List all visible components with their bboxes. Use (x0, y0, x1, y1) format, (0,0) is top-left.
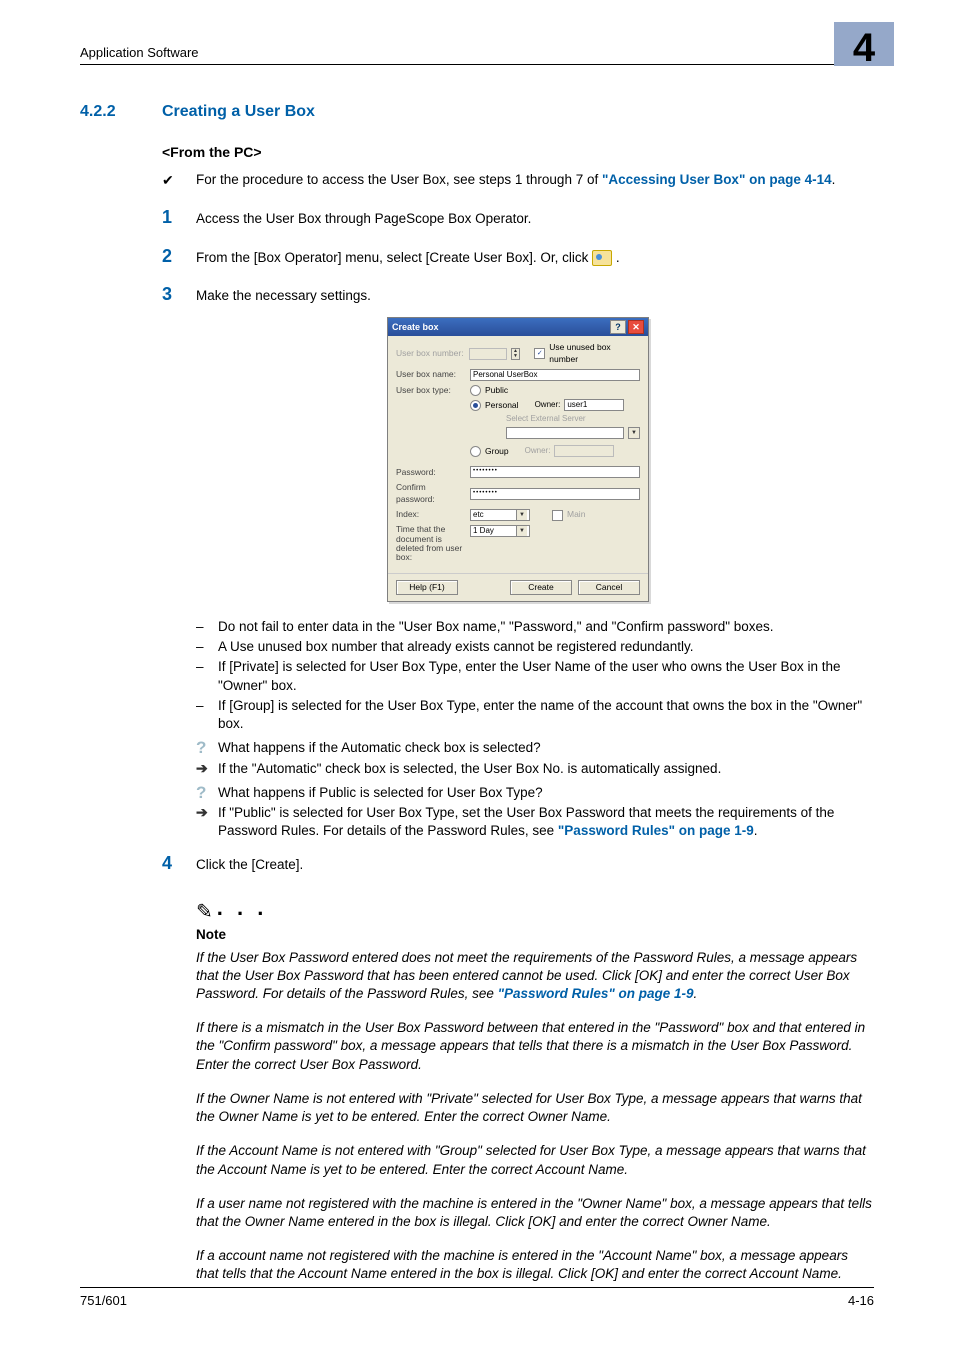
step-text: Click the [Create]. (196, 854, 874, 874)
lbl-owner-dim: Owner: (525, 446, 551, 457)
answer-text: If "Public" is selected for User Box Typ… (218, 804, 874, 840)
lbl-password: Password: (396, 467, 466, 478)
question-text: What happens if the Automatic check box … (218, 739, 874, 757)
create-box-dialog: Create box ? ✕ User box number: ▲▼ ✓ Use… (387, 317, 649, 602)
lbl-box-type: User box type: (396, 385, 466, 396)
dash-icon: – (196, 618, 218, 636)
cancel-button[interactable]: Cancel (578, 580, 640, 595)
link-accessing-user-box[interactable]: "Accessing User Box" on page 4-14 (602, 172, 832, 187)
intro-text-b: . (832, 172, 836, 187)
close-icon[interactable]: ✕ (628, 320, 644, 334)
question-icon: ? (196, 739, 218, 757)
arrow-icon: ➔ (196, 760, 218, 778)
note-paragraph: If the Account Name is not entered with … (196, 1142, 874, 1178)
lbl-group: Group (485, 446, 509, 457)
radio-public[interactable] (470, 385, 481, 396)
note-paragraph: If a user name not registered with the m… (196, 1195, 874, 1231)
intro-text: For the procedure to access the User Box… (196, 171, 874, 190)
bullet-text: If [Private] is selected for User Box Ty… (218, 658, 874, 694)
step-number: 3 (162, 285, 196, 305)
section-title: Creating a User Box (162, 101, 315, 123)
delete-time-select[interactable]: 1 Day▼ (470, 525, 530, 537)
footer-left: 751/601 (80, 1292, 127, 1310)
help-icon[interactable]: ? (610, 320, 626, 334)
step-text: From the [Box Operator] menu, select [Cr… (196, 247, 874, 267)
bullet-text: A Use unused box number that already exi… (218, 638, 874, 656)
step2-text-a: From the [Box Operator] menu, select [Cr… (196, 250, 592, 265)
lbl-use-unused: Use unused box number (549, 342, 640, 365)
create-box-toolbar-icon (592, 250, 612, 266)
note-paragraph: If the User Box Password entered does no… (196, 949, 874, 1004)
lbl-box-name: User box name: (396, 369, 466, 380)
lbl-index: Index: (396, 509, 466, 520)
help-button[interactable]: Help (F1) (396, 580, 458, 595)
answer2-b: . (754, 823, 758, 838)
step-text: Make the necessary settings. (196, 285, 874, 305)
note-paragraph: If the Owner Name is not entered with "P… (196, 1090, 874, 1126)
lbl-confirm-password: Confirm password: (396, 482, 466, 505)
question-text: What happens if Public is selected for U… (218, 784, 874, 802)
chk-main[interactable]: ✓ (552, 510, 563, 521)
question-icon: ? (196, 784, 218, 802)
note-icon: ✎ . . . (196, 893, 874, 923)
confirm-password-input[interactable]: •••••••• (470, 488, 640, 500)
box-name-input[interactable]: Personal UserBox (470, 369, 640, 381)
index-select-value: etc (473, 510, 484, 521)
create-button[interactable]: Create (510, 580, 572, 595)
dialog-titlebar: Create box ? ✕ (388, 318, 648, 336)
lbl-personal: Personal (485, 400, 519, 411)
ext-server-input[interactable] (506, 427, 624, 439)
header-section: Application Software (80, 44, 199, 62)
footer-right: 4-16 (848, 1292, 874, 1310)
dash-icon: – (196, 697, 218, 733)
box-number-input[interactable] (469, 348, 507, 360)
chapter-badge-num: 4 (853, 30, 875, 66)
radio-group[interactable] (470, 446, 481, 457)
owner-input[interactable]: user1 (564, 399, 624, 411)
chk-use-unused[interactable]: ✓ (534, 348, 545, 359)
note-dots: . . . (217, 893, 268, 923)
index-select[interactable]: etc▼ (470, 509, 530, 521)
delete-time-value: 1 Day (473, 526, 494, 537)
step-number: 1 (162, 208, 196, 228)
note-p1-b: . (694, 986, 698, 1001)
note-paragraph: If a account name not registered with th… (196, 1247, 874, 1283)
chapter-badge: 4 (834, 22, 894, 66)
dash-icon: – (196, 638, 218, 656)
radio-personal[interactable] (470, 400, 481, 411)
lbl-ext-server: Select External Server (506, 414, 586, 425)
box-number-stepper[interactable]: ▲▼ (511, 348, 521, 360)
link-password-rules-note[interactable]: "Password Rules" on page 1-9 (498, 986, 694, 1001)
dialog-title-text: Create box (392, 321, 439, 333)
checkmark-icon: ✔ (162, 171, 196, 190)
lbl-owner: Owner: (535, 400, 561, 411)
lbl-public: Public (485, 385, 508, 396)
group-owner-input[interactable] (554, 445, 614, 457)
password-input[interactable]: •••••••• (470, 466, 640, 478)
step2-text-b: . (616, 250, 620, 265)
step-number: 4 (162, 854, 196, 874)
subsection-title: <From the PC> (162, 143, 874, 162)
arrow-icon: ➔ (196, 804, 218, 840)
ext-server-dropdown[interactable]: ▼ (628, 427, 640, 439)
section-number: 4.2.2 (80, 101, 162, 123)
step-number: 2 (162, 247, 196, 267)
step-text: Access the User Box through PageScope Bo… (196, 208, 874, 228)
bullet-text: If [Group] is selected for the User Box … (218, 697, 874, 733)
note-title: Note (196, 926, 874, 944)
bullet-text: Do not fail to enter data in the "User B… (218, 618, 874, 636)
link-password-rules[interactable]: "Password Rules" on page 1-9 (558, 823, 754, 838)
lbl-delete-time: Time that the document is deleted from u… (396, 525, 466, 562)
answer-text: If the "Automatic" check box is selected… (218, 760, 874, 778)
note-paragraph: If there is a mismatch in the User Box P… (196, 1019, 874, 1074)
dash-icon: – (196, 658, 218, 694)
lbl-main: Main (567, 509, 585, 520)
lbl-box-number: User box number: (396, 348, 465, 359)
intro-text-a: For the procedure to access the User Box… (196, 172, 602, 187)
